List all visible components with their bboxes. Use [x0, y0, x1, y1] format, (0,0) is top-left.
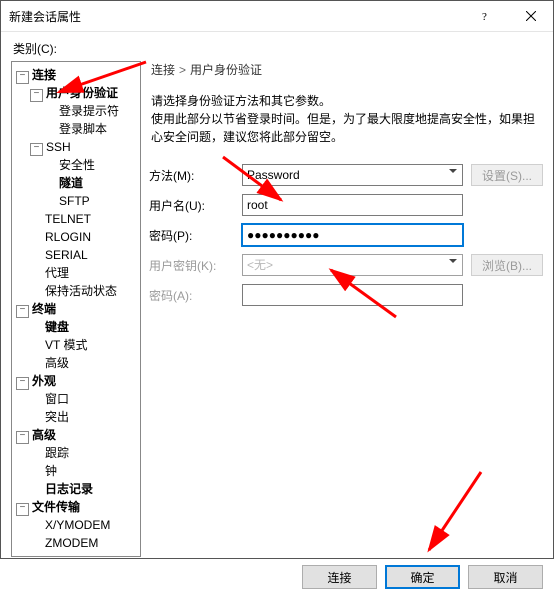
tree-vtmode[interactable]: VT 模式	[30, 336, 140, 354]
tree-telnet[interactable]: TELNET	[30, 210, 140, 228]
breadcrumb: 连接>用户身份验证	[151, 61, 543, 78]
dialog-footer: 连接 确定 取消	[11, 565, 543, 589]
tree-bell[interactable]: 钟	[30, 462, 140, 480]
tree-rlogin[interactable]: RLOGIN	[30, 228, 140, 246]
main-area: −连接 −用户身份验证 登录提示符 登录脚本 −SSH 安全性	[11, 61, 543, 557]
password-label: 密码(P):	[149, 227, 234, 244]
breadcrumb-b: 用户身份验证	[190, 63, 262, 77]
auth-form: 方法(M): Password 设置(S)... 用户名(U): 密码(P):	[149, 164, 543, 306]
tree-advanced[interactable]: −高级 跟踪 钟 日志记录	[16, 426, 140, 498]
passphrase-input	[242, 284, 463, 306]
method-label: 方法(M):	[149, 167, 234, 184]
titlebar: 新建会话属性 ?	[1, 1, 553, 32]
desc-line2: 使用此部分以节省登录时间。但是，为了最大限度地提高安全性，如果担心安全问题，建议…	[151, 110, 541, 146]
tree-sftp[interactable]: SFTP	[44, 192, 140, 210]
method-select[interactable]: Password	[242, 164, 463, 186]
tree-login-script[interactable]: 登录脚本	[44, 120, 140, 138]
setup-button[interactable]: 设置(S)...	[471, 164, 543, 186]
tree-window[interactable]: 窗口	[30, 390, 140, 408]
dialog-window: 新建会话属性 ? 类别(C): −连接 −用户身份验证 登录提示符 登录	[0, 0, 554, 559]
tree-appearance[interactable]: −外观 窗口 突出	[16, 372, 140, 426]
category-label: 类别(C):	[13, 40, 543, 57]
tree-keyboard[interactable]: 键盘	[30, 318, 140, 336]
close-button[interactable]	[508, 1, 553, 31]
tree-keepalive[interactable]: 保持活动状态	[30, 282, 140, 300]
tree-security[interactable]: 安全性	[44, 156, 140, 174]
tree-ssh[interactable]: −SSH 安全性 隧道 SFTP	[30, 138, 140, 210]
username-label: 用户名(U):	[149, 197, 234, 214]
tree-trace[interactable]: 跟踪	[30, 444, 140, 462]
passphrase-label: 密码(A):	[149, 287, 234, 304]
userkey-label: 用户密钥(K):	[149, 257, 234, 274]
tree-highlight[interactable]: 突出	[30, 408, 140, 426]
tree-zmodem[interactable]: ZMODEM	[30, 534, 140, 552]
svg-text:?: ?	[482, 11, 487, 21]
tree-adv-term[interactable]: 高级	[30, 354, 140, 372]
tree-proxy[interactable]: 代理	[30, 264, 140, 282]
tree-xymodem[interactable]: X/YMODEM	[30, 516, 140, 534]
dialog-body: 类别(C): −连接 −用户身份验证 登录提示符 登录脚本 −SSH	[1, 32, 553, 597]
browse-button[interactable]: 浏览(B)...	[471, 254, 543, 276]
tree-login-prompt[interactable]: 登录提示符	[44, 102, 140, 120]
userkey-select: <无>	[242, 254, 463, 276]
username-input[interactable]	[242, 194, 463, 216]
tree-terminal[interactable]: −终端 键盘 VT 模式 高级	[16, 300, 140, 372]
tree-auth[interactable]: −用户身份验证 登录提示符 登录脚本	[30, 84, 140, 138]
cancel-button[interactable]: 取消	[468, 565, 543, 589]
breadcrumb-a: 连接	[151, 63, 175, 77]
tree-tunnel[interactable]: 隧道	[44, 174, 140, 192]
connect-button[interactable]: 连接	[302, 565, 377, 589]
password-input[interactable]	[242, 224, 463, 246]
category-tree[interactable]: −连接 −用户身份验证 登录提示符 登录脚本 −SSH 安全性	[11, 61, 141, 557]
tree-connection[interactable]: −连接 −用户身份验证 登录提示符 登录脚本 −SSH 安全性	[16, 66, 140, 300]
tree-serial[interactable]: SERIAL	[30, 246, 140, 264]
desc-line1: 请选择身份验证方法和其它参数。	[151, 92, 541, 110]
help-button[interactable]: ?	[463, 1, 508, 31]
tree-logging[interactable]: 日志记录	[30, 480, 140, 498]
tree-filetransfer[interactable]: −文件传输 X/YMODEM ZMODEM	[16, 498, 140, 552]
ok-button[interactable]: 确定	[385, 565, 460, 589]
right-panel: 连接>用户身份验证 请选择身份验证方法和其它参数。 使用此部分以节省登录时间。但…	[149, 61, 543, 557]
description: 请选择身份验证方法和其它参数。 使用此部分以节省登录时间。但是，为了最大限度地提…	[151, 92, 541, 146]
window-title: 新建会话属性	[9, 8, 463, 25]
